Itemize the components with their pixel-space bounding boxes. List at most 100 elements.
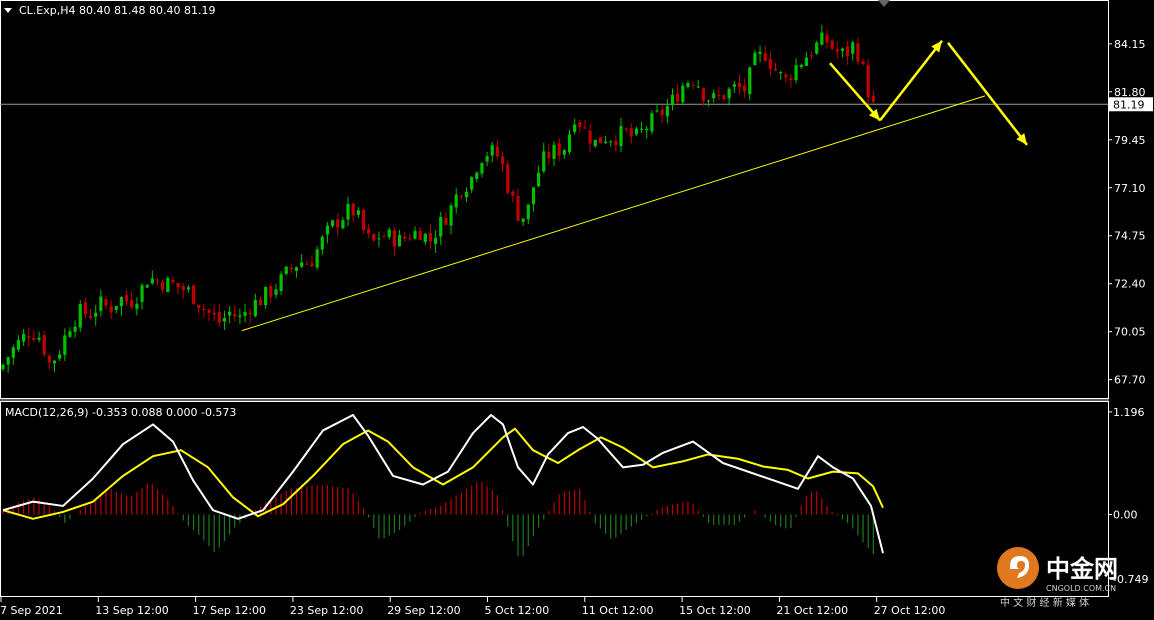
- candle-body: [418, 231, 422, 240]
- candle-body: [506, 164, 510, 193]
- time-tick-label: 17 Sep 12:00: [193, 604, 266, 617]
- candle-body: [830, 40, 834, 49]
- price-tick-label: 77.10: [1114, 182, 1146, 195]
- candle: [258, 296, 263, 306]
- price-tick-label: 67.70: [1114, 374, 1146, 387]
- candle: [444, 212, 448, 226]
- candle: [789, 74, 793, 89]
- candle-body: [238, 315, 242, 317]
- projection-arrow[interactable]: [947, 42, 1028, 146]
- candle-body: [397, 234, 402, 247]
- candle: [341, 217, 345, 230]
- time-tick-label: 5 Oct 12:00: [485, 604, 550, 617]
- candle-body: [547, 151, 551, 159]
- candle: [119, 296, 124, 316]
- candle: [660, 104, 664, 123]
- candle-body: [202, 308, 206, 310]
- candle-body: [712, 93, 716, 99]
- candle: [150, 270, 154, 285]
- candle-body: [578, 122, 582, 127]
- candle: [722, 94, 726, 101]
- macd-header: MACD(12,26,9) -0.353 0.088 0.000 -0.573: [5, 406, 236, 419]
- candle-body: [531, 187, 536, 205]
- candle-body: [336, 219, 340, 228]
- candle-body: [119, 296, 124, 307]
- candle: [403, 232, 407, 242]
- candle-body: [691, 84, 695, 86]
- candle-body: [1, 364, 5, 370]
- candle: [676, 84, 680, 104]
- current-price-label: 81.19: [1113, 98, 1145, 111]
- candle: [408, 233, 412, 242]
- candle-body: [748, 67, 752, 95]
- shift-marker-icon[interactable]: [878, 0, 890, 7]
- candle-body: [603, 141, 608, 143]
- price-tick-label: 70.05: [1114, 326, 1146, 339]
- candle: [191, 284, 196, 305]
- projection-arrow[interactable]: [829, 62, 881, 122]
- candle-body: [676, 93, 680, 103]
- candle: [336, 213, 340, 237]
- candle-body: [511, 191, 515, 196]
- candle-body: [346, 204, 350, 220]
- candle-body: [706, 100, 711, 102]
- candle-body: [300, 262, 304, 267]
- candle-body: [598, 137, 602, 144]
- candle-body: [490, 145, 494, 156]
- mt4-chart[interactable]: 84.15 81.80 79.45 77.10 74.75 72.40 70.05 67.70…: [0, 0, 1154, 620]
- candle: [418, 226, 422, 240]
- candle: [197, 304, 201, 314]
- candle: [428, 224, 433, 250]
- candle-body: [763, 53, 767, 61]
- time-tick-label: 7 Sep 2021: [0, 604, 63, 617]
- candle-body: [392, 230, 396, 247]
- candle: [439, 211, 443, 245]
- cngold-logo-icon: [997, 547, 1039, 589]
- price-tick-label: 74.75: [1114, 230, 1146, 243]
- candle: [367, 223, 371, 239]
- candle: [1, 363, 5, 372]
- candle: [392, 227, 396, 256]
- candle: [99, 289, 103, 317]
- candle-body: [161, 281, 165, 291]
- candle: [212, 304, 216, 321]
- candle: [42, 331, 46, 357]
- candle: [665, 98, 669, 124]
- candle-body: [27, 336, 31, 338]
- candle: [737, 74, 742, 94]
- candle: [655, 103, 659, 113]
- candle: [449, 202, 453, 235]
- candle: [454, 188, 458, 214]
- candle: [181, 283, 185, 299]
- candle-body: [114, 306, 118, 310]
- candle-body: [665, 106, 669, 117]
- candle: [820, 25, 824, 46]
- candle: [284, 265, 288, 276]
- candle-body: [140, 285, 144, 302]
- projection-arrow[interactable]: [879, 40, 943, 122]
- candle: [233, 305, 237, 322]
- candle-body: [377, 238, 381, 240]
- candle: [583, 119, 587, 129]
- candle: [727, 87, 731, 106]
- candle-body: [284, 266, 288, 274]
- candle: [217, 304, 221, 327]
- candle-body: [22, 334, 26, 342]
- candle-body: [423, 233, 427, 242]
- candle-body: [155, 280, 160, 282]
- candle: [480, 162, 484, 178]
- candle-body: [269, 286, 273, 297]
- candle: [238, 308, 242, 325]
- candle-body: [779, 72, 783, 74]
- candle-body: [274, 289, 278, 295]
- candle: [537, 165, 541, 188]
- candle: [434, 230, 438, 254]
- candle-body: [732, 84, 736, 87]
- candle-body: [557, 143, 561, 156]
- candle-body: [320, 236, 324, 250]
- candle: [691, 82, 695, 90]
- candle-body: [660, 109, 664, 116]
- dropdown-triangle-icon[interactable]: [4, 8, 12, 13]
- candle-body: [459, 195, 463, 197]
- candle: [758, 45, 762, 63]
